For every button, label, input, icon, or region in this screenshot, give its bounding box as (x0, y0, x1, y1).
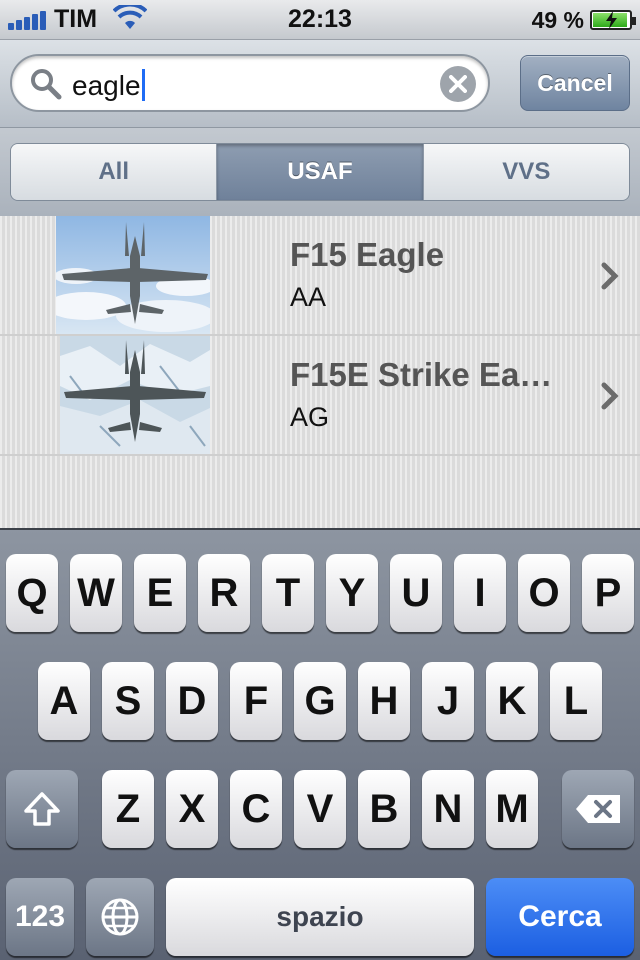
key-w[interactable]: W (70, 554, 122, 632)
search-icon (31, 69, 62, 100)
search-input[interactable]: eagle (10, 54, 490, 112)
result-title: F15 Eagle (290, 236, 445, 273)
key-n[interactable]: N (422, 770, 474, 848)
result-title: F15E Strike Ea… (290, 356, 553, 393)
key-z[interactable]: Z (102, 770, 154, 848)
cancel-button[interactable]: Cancel (520, 55, 630, 111)
key-e[interactable]: E (134, 554, 186, 632)
result-subtitle: AG (290, 402, 330, 432)
key-d[interactable]: D (166, 662, 218, 740)
segment-usaf[interactable]: USAF (217, 144, 424, 200)
key-s[interactable]: S (102, 662, 154, 740)
space-key[interactable]: spazio (166, 878, 474, 956)
key-y[interactable]: Y (326, 554, 378, 632)
key-o[interactable]: O (518, 554, 570, 632)
result-row[interactable]: F15 Eagle AA (0, 216, 640, 336)
numbers-key[interactable]: 123 (6, 878, 74, 956)
segment-all[interactable]: All (11, 144, 218, 200)
chevron-right-icon (601, 262, 619, 290)
shift-key[interactable] (6, 770, 78, 848)
backspace-key[interactable] (562, 770, 634, 848)
key-p[interactable]: P (582, 554, 634, 632)
key-j[interactable]: J (422, 662, 474, 740)
aircraft-thumbnail (60, 336, 210, 454)
shift-icon (24, 792, 60, 826)
chevron-right-icon (601, 382, 619, 410)
key-h[interactable]: H (358, 662, 410, 740)
result-row[interactable]: F15E Strike Ea… AG (0, 336, 640, 456)
battery-percent: 49 % (531, 7, 584, 33)
scope-bar: All USAF VVS (0, 128, 640, 216)
key-v[interactable]: V (294, 770, 346, 848)
keyboard: Q W E R T Y U I O P A S D F G H J K L Z … (0, 528, 640, 960)
segment-vvs[interactable]: VVS (423, 144, 629, 200)
scope-segmented-control: All USAF VVS (10, 143, 630, 201)
key-u[interactable]: U (390, 554, 442, 632)
text-cursor (141, 69, 145, 101)
search-query: eagle (72, 70, 141, 101)
key-r[interactable]: R (198, 554, 250, 632)
key-g[interactable]: G (294, 662, 346, 740)
key-f[interactable]: F (230, 662, 282, 740)
key-k[interactable]: K (486, 662, 538, 740)
results-list: F15 Eagle AA F15E Strike Ea… AG (0, 216, 640, 528)
key-a[interactable]: A (38, 662, 90, 740)
globe-key[interactable] (86, 878, 154, 956)
aircraft-thumbnail (56, 216, 210, 334)
key-x[interactable]: X (166, 770, 218, 848)
globe-icon (101, 898, 139, 936)
key-i[interactable]: I (454, 554, 506, 632)
battery-icon (590, 10, 636, 30)
clear-icon[interactable] (440, 66, 476, 102)
key-q[interactable]: Q (6, 554, 58, 632)
key-m[interactable]: M (486, 770, 538, 848)
key-l[interactable]: L (550, 662, 602, 740)
key-b[interactable]: B (358, 770, 410, 848)
backspace-icon (576, 795, 620, 823)
search-return-key[interactable]: Cerca (486, 878, 634, 956)
status-bar: TIM 22:13 49 % (0, 0, 640, 40)
result-subtitle: AA (290, 282, 327, 312)
search-bar: eagle Cancel (0, 40, 640, 128)
key-t[interactable]: T (262, 554, 314, 632)
key-c[interactable]: C (230, 770, 282, 848)
